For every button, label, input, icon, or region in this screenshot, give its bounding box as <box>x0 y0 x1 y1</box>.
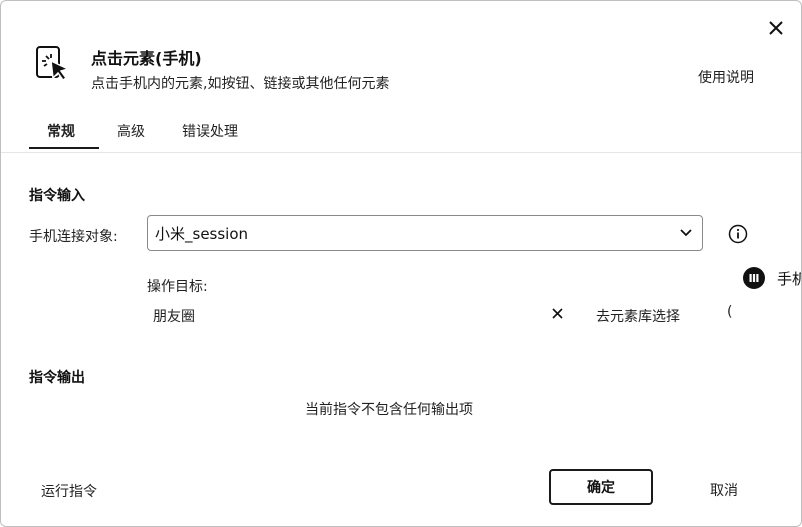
close-icon <box>769 21 783 35</box>
dialog-subtitle: 点击手机内的元素,如按钮、链接或其他任何元素 <box>91 76 390 92</box>
help-link[interactable]: 使用说明 <box>698 67 754 87</box>
info-icon[interactable] <box>728 224 748 244</box>
tab-advanced[interactable]: 高级 <box>117 121 145 149</box>
phone-connection-label: 手机连接对象: <box>29 229 118 245</box>
target-value[interactable]: 朋友圈 <box>153 306 195 326</box>
tab-error-handling[interactable]: 错误处理 <box>182 121 238 149</box>
phone-connection-value: 小米_session <box>155 224 249 243</box>
cancel-button[interactable]: 取消 <box>710 480 738 500</box>
close-button[interactable] <box>765 17 787 39</box>
output-section-title: 指令输出 <box>29 370 85 386</box>
pointer-click-icon <box>35 45 71 85</box>
phone-connection-select[interactable]: 小米_session <box>147 215 703 251</box>
chevron-down-icon <box>680 229 692 237</box>
tab-divider <box>1 152 801 153</box>
input-section-title: 指令输入 <box>29 188 85 204</box>
phone-badge-icon <box>743 267 765 289</box>
phone-badge-label: 手机 <box>777 269 801 288</box>
phone-badge[interactable]: 手机 <box>743 267 801 289</box>
no-output-text: 当前指令不包含任何输出项 <box>305 402 473 418</box>
click-element-dialog: 点击元素(手机) 点击手机内的元素,如按钮、链接或其他任何元素 使用说明 常规 … <box>0 0 802 527</box>
clear-target-button[interactable] <box>550 306 566 322</box>
dialog-title: 点击元素(手机) <box>91 49 202 68</box>
tab-general[interactable]: 常规 <box>29 121 99 149</box>
clipped-glyph: ( <box>727 304 733 320</box>
run-command-button[interactable]: 运行指令 <box>41 481 97 501</box>
ok-button[interactable]: 确定 <box>549 469 653 505</box>
tab-bar: 常规 高级 错误处理 <box>29 121 238 149</box>
clear-icon <box>552 308 563 319</box>
element-library-button[interactable]: 去元素库选择 <box>596 306 680 326</box>
target-label: 操作目标: <box>147 279 208 295</box>
